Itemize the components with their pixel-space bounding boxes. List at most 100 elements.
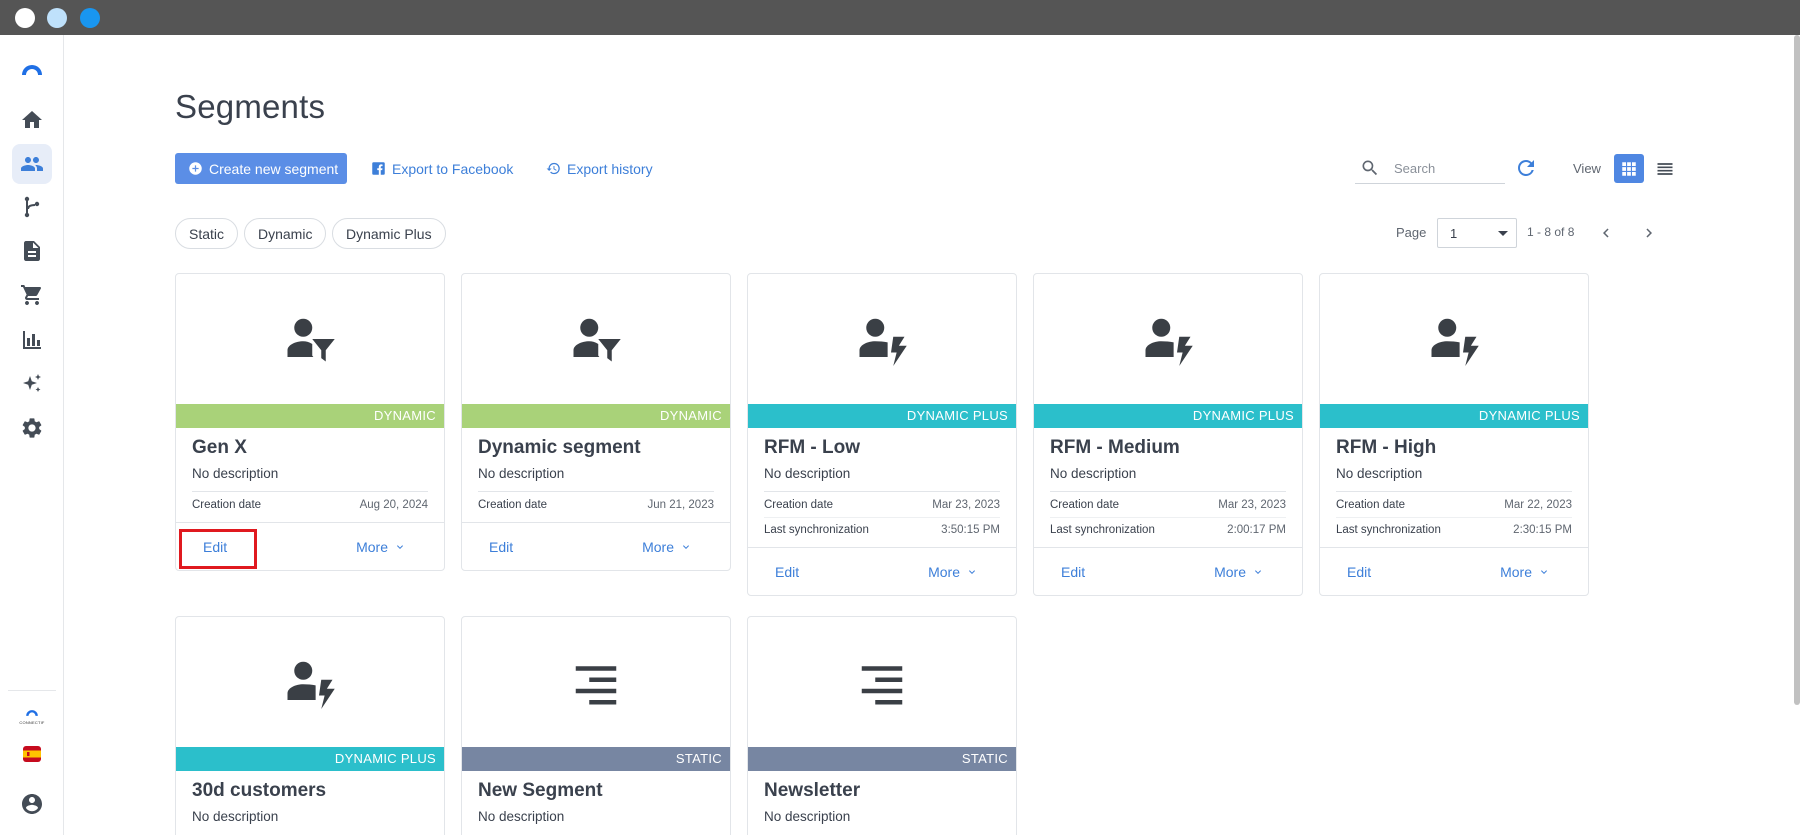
filter-chip-dynamic[interactable]: Dynamic	[244, 218, 327, 249]
page-scrollbar[interactable]	[1794, 35, 1800, 705]
creation-date-label: Creation date	[1050, 498, 1120, 511]
more-button[interactable]: More	[928, 564, 978, 580]
edit-button[interactable]: Edit	[1347, 564, 1371, 580]
page-label: Page	[1396, 225, 1427, 240]
creation-date-value: Mar 23, 2023	[932, 498, 1000, 511]
segment-card[interactable]: STATIC Newsletter No description	[747, 616, 1017, 835]
segment-type-badge: DYNAMIC	[462, 404, 730, 428]
window-maximize-button[interactable]	[80, 8, 100, 28]
view-label: View	[1573, 161, 1601, 176]
more-button[interactable]: More	[1500, 564, 1550, 580]
creation-date-value: Mar 23, 2023	[1218, 498, 1286, 511]
connectif-small-logo-icon	[26, 709, 38, 716]
edit-button[interactable]: Edit	[489, 539, 513, 555]
window-close-button[interactable]	[15, 8, 35, 28]
sidebar-item-content[interactable]	[12, 231, 52, 271]
sidebar-item-contacts[interactable]	[12, 144, 52, 184]
segment-card[interactable]: DYNAMIC Gen X No description Creation date A…	[175, 273, 445, 571]
profile-button[interactable]	[12, 784, 52, 824]
facebook-icon	[372, 162, 385, 175]
filter-chip-dynamic-plus[interactable]: Dynamic Plus	[332, 218, 446, 249]
search-field[interactable]	[1355, 153, 1505, 184]
filter-chip-static[interactable]: Static	[175, 218, 239, 249]
creation-date-row: Creation date Jun 21, 2023	[478, 492, 714, 517]
person-bolt-icon	[1145, 318, 1193, 366]
connectif-logo[interactable]	[12, 50, 52, 90]
gear-icon	[22, 418, 42, 438]
segment-type-badge: DYNAMIC PLUS	[1320, 404, 1588, 428]
language-selector[interactable]	[12, 734, 52, 774]
more-button[interactable]: More	[1214, 564, 1264, 580]
sidebar-item-ai[interactable]	[12, 364, 52, 404]
segment-meta: Creation date Mar 22, 2023 Last synchroniz…	[1336, 491, 1572, 542]
segment-name: Dynamic segment	[478, 437, 641, 458]
prev-page-button[interactable]	[1595, 222, 1617, 244]
person-bolt-icon	[859, 318, 907, 366]
creation-date-row: Creation date Mar 22, 2023	[1336, 492, 1572, 517]
creation-date-label: Creation date	[1336, 498, 1406, 511]
export-facebook-button[interactable]: Export to Facebook	[371, 153, 513, 184]
card-icon-area	[176, 617, 444, 747]
segment-type-badge: DYNAMIC	[176, 404, 444, 428]
card-icon-area	[1320, 274, 1588, 404]
grid-icon	[1622, 161, 1636, 176]
card-actions: Edit More	[1034, 547, 1302, 595]
flow-icon	[24, 196, 40, 218]
creation-date-value: Mar 22, 2023	[1504, 498, 1572, 511]
more-label: More	[356, 538, 388, 555]
segment-description: No description	[192, 466, 279, 481]
more-button[interactable]: More	[642, 539, 692, 555]
creation-date-row: Creation date Mar 23, 2023	[764, 492, 1000, 517]
sidebar-item-settings[interactable]	[12, 408, 52, 448]
export-history-button[interactable]: Export history	[546, 153, 653, 184]
spain-flag-icon	[23, 746, 41, 762]
sparkles-icon	[23, 374, 41, 392]
edit-button[interactable]: Edit	[775, 564, 799, 580]
last-sync-value: 2:00:17 PM	[1227, 524, 1286, 536]
segment-description: No description	[478, 466, 565, 481]
search-input[interactable]	[1394, 160, 1494, 176]
window-minimize-button[interactable]	[47, 8, 67, 28]
sidebar-item-analytics[interactable]	[12, 320, 52, 360]
segment-description: No description	[1336, 466, 1423, 481]
segment-description: No description	[1050, 466, 1137, 481]
create-segment-button[interactable]: Create new segment	[175, 153, 347, 184]
list-view-button[interactable]	[1650, 154, 1680, 183]
document-icon	[24, 241, 40, 261]
segment-card[interactable]: DYNAMIC PLUS RFM - Low No description Creat…	[747, 273, 1017, 596]
segment-meta: Creation date Jun 21, 2023	[478, 491, 714, 517]
window-titlebar	[0, 0, 1800, 35]
more-button[interactable]: More	[356, 539, 406, 555]
creation-date-row: Creation date Mar 23, 2023	[1050, 492, 1286, 517]
sidebar-item-workflows[interactable]	[12, 187, 52, 227]
creation-date-value: Jun 21, 2023	[647, 498, 714, 511]
segment-card[interactable]: DYNAMIC PLUS RFM - High No description Crea…	[1319, 273, 1589, 596]
more-label: More	[1214, 563, 1246, 580]
next-page-button[interactable]	[1638, 222, 1660, 244]
sidebar-item-store[interactable]	[12, 275, 52, 315]
list-icon	[1657, 162, 1673, 175]
segment-meta: Creation date Aug 20, 2024	[192, 491, 428, 517]
segment-name: RFM - Low	[764, 437, 861, 458]
segment-description: No description	[192, 809, 279, 824]
bar-chart-icon	[23, 331, 41, 349]
card-actions: Edit More	[748, 547, 1016, 595]
segment-card[interactable]: DYNAMIC PLUS 30d customers No description	[175, 616, 445, 835]
segment-meta: Creation date Mar 23, 2023 Last synchroniz…	[1050, 491, 1286, 542]
page-select[interactable]: 1	[1437, 218, 1517, 248]
segment-card[interactable]: STATIC New Segment No description	[461, 616, 731, 835]
sidebar-item-home[interactable]	[12, 100, 52, 140]
edit-button[interactable]: Edit	[1061, 564, 1085, 580]
last-sync-row: Last synchronization 3:50:15 PM	[764, 517, 1000, 542]
segment-name: RFM - Medium	[1050, 437, 1180, 458]
chevron-down-icon	[683, 544, 689, 549]
grid-view-button[interactable]	[1614, 154, 1644, 183]
connectif-account-logo[interactable]: CONNECTIF	[12, 695, 52, 735]
segment-card[interactable]: DYNAMIC PLUS RFM - Medium No description Cr…	[1033, 273, 1303, 596]
sidebar: CONNECTIF	[0, 35, 64, 835]
card-actions: Edit More	[462, 522, 730, 570]
refresh-button[interactable]	[1514, 156, 1538, 180]
search-icon	[1362, 160, 1378, 176]
segment-card[interactable]: DYNAMIC Dynamic segment No description Crea…	[461, 273, 731, 571]
last-sync-label: Last synchronization	[1050, 524, 1155, 536]
